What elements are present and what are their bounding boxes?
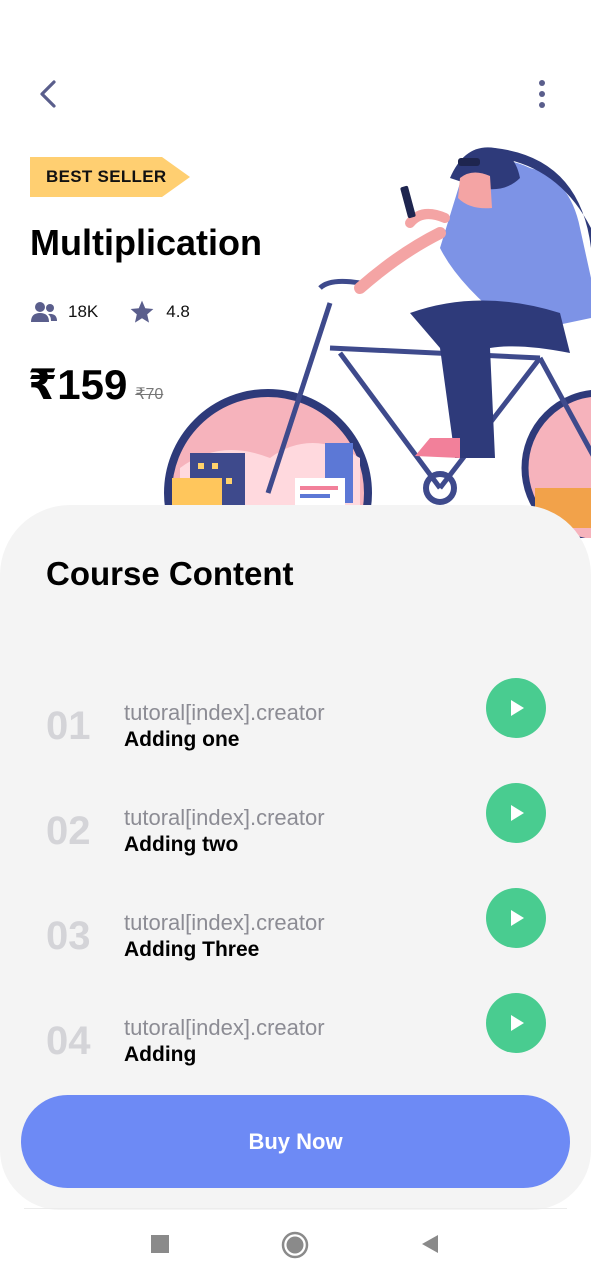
play-button[interactable] <box>486 993 546 1053</box>
lesson-number: 04 <box>46 1019 91 1063</box>
star-icon <box>130 300 154 323</box>
rating-value: 4.8 <box>166 302 190 321</box>
lesson-creator: tutoral[index].creator <box>124 910 325 935</box>
lesson-creator: tutoral[index].creator <box>124 1015 325 1040</box>
lesson-name: Adding two <box>124 833 239 856</box>
lesson-item[interactable]: 02 tutoral[index].creator Adding two <box>0 783 591 885</box>
course-stats: 18K 4.8 <box>30 296 220 328</box>
price-row: ₹159 ₹70 <box>28 360 163 409</box>
course-title: Multiplication <box>30 222 262 263</box>
buy-now-button[interactable]: Buy Now <box>21 1095 570 1188</box>
chevron-left-icon <box>40 80 56 108</box>
students-count: 18K <box>68 302 99 321</box>
more-options-button[interactable] <box>525 74 561 114</box>
users-icon <box>31 302 57 322</box>
lesson-name: Adding one <box>124 728 240 751</box>
top-bar <box>0 60 591 130</box>
lesson-item[interactable]: 04 tutoral[index].creator Adding <box>0 993 591 1095</box>
lesson-name: Adding Three <box>124 938 260 961</box>
play-button[interactable] <box>486 783 546 843</box>
price: ₹159 <box>28 361 128 408</box>
lesson-item[interactable]: 01 tutoral[index].creator Adding one <box>0 678 591 780</box>
lesson-name: Adding <box>124 1043 197 1066</box>
system-back-button[interactable] <box>419 1231 441 1262</box>
triangle-back-icon <box>422 1235 438 1253</box>
students-stat: 18K <box>30 300 98 324</box>
home-button[interactable] <box>281 1231 309 1264</box>
recent-apps-button[interactable] <box>150 1231 170 1262</box>
rating-stat: 4.8 <box>128 299 190 325</box>
lesson-number: 02 <box>46 809 91 853</box>
lesson-creator: tutoral[index].creator <box>124 700 325 725</box>
back-button[interactable] <box>30 74 70 114</box>
play-button[interactable] <box>486 888 546 948</box>
lesson-number: 03 <box>46 914 91 958</box>
play-icon <box>511 700 524 716</box>
lesson-number: 01 <box>46 704 91 748</box>
system-nav-bar <box>24 1208 567 1280</box>
lesson-item[interactable]: 03 tutoral[index].creator Adding Three <box>0 888 591 990</box>
course-content-title: Course Content <box>46 555 294 592</box>
play-icon <box>511 910 524 926</box>
circle-icon <box>281 1231 309 1259</box>
best-seller-badge: BEST SELLER <box>30 157 190 197</box>
play-icon <box>511 1015 524 1031</box>
square-icon <box>151 1235 169 1253</box>
lesson-creator: tutoral[index].creator <box>124 805 325 830</box>
more-vertical-icon <box>539 80 545 108</box>
old-price: ₹70 <box>135 386 164 403</box>
play-icon <box>511 805 524 821</box>
play-button[interactable] <box>486 678 546 738</box>
cyclist-illustration <box>164 147 591 538</box>
